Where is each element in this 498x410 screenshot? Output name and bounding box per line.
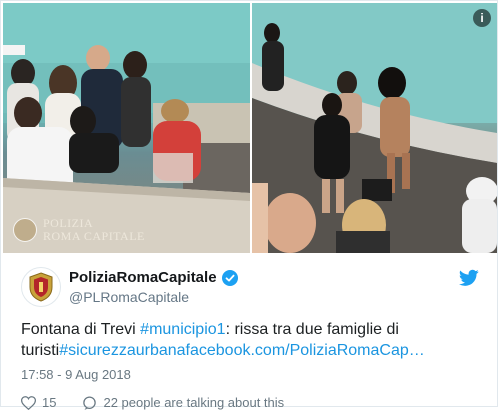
hashtag-municipio1-link[interactable]: #municipio1 [140,321,225,338]
like-heart-icon[interactable] [21,395,36,410]
verified-badge-icon [221,269,238,286]
hashtag-sicurezzaurbana-link[interactable]: #sicurezzaurbana [59,342,185,359]
photo-left[interactable]: POLIZIA ROMA CAPITALE [3,3,250,253]
watermark-seal-icon [13,218,37,242]
info-icon[interactable]: i [473,9,491,27]
photo-left-scene [3,3,250,253]
tweet-actions: 15 22 people are talking about this [21,395,284,410]
name-row: PoliziaRomaCapitale [69,269,238,286]
shield-crest-icon [29,272,53,302]
likes-count[interactable]: 15 [42,395,56,410]
tweet-header: PoliziaRomaCapitale @PLRomaCapitale [21,267,481,309]
talking-about-icon[interactable] [82,395,97,410]
watermark-text: POLIZIA ROMA CAPITALE [43,216,145,243]
display-name[interactable]: PoliziaRomaCapitale [69,269,217,286]
photo-right[interactable]: i [252,3,497,253]
facebook-link[interactable]: facebook.com/PoliziaRomaCap… [186,342,425,359]
tweet-media[interactable]: POLIZIA ROMA CAPITALE i [3,3,497,253]
tweet-card: POLIZIA ROMA CAPITALE i PoliziaRomaCapit… [0,0,498,410]
tweet-text: Fontana di Trevi #municipio1: rissa tra … [21,319,461,361]
tweet-text-part-1: Fontana di Trevi [21,321,141,338]
photo-right-scene [252,3,497,253]
tweet-timestamp[interactable]: 17:58 - 9 Aug 2018 [21,367,131,382]
account-handle[interactable]: @PLRomaCapitale [69,289,189,305]
watermark: POLIZIA ROMA CAPITALE [13,217,145,243]
talking-about-text[interactable]: 22 people are talking about this [103,395,284,410]
avatar[interactable] [21,267,61,307]
twitter-bird-icon[interactable] [459,269,479,287]
